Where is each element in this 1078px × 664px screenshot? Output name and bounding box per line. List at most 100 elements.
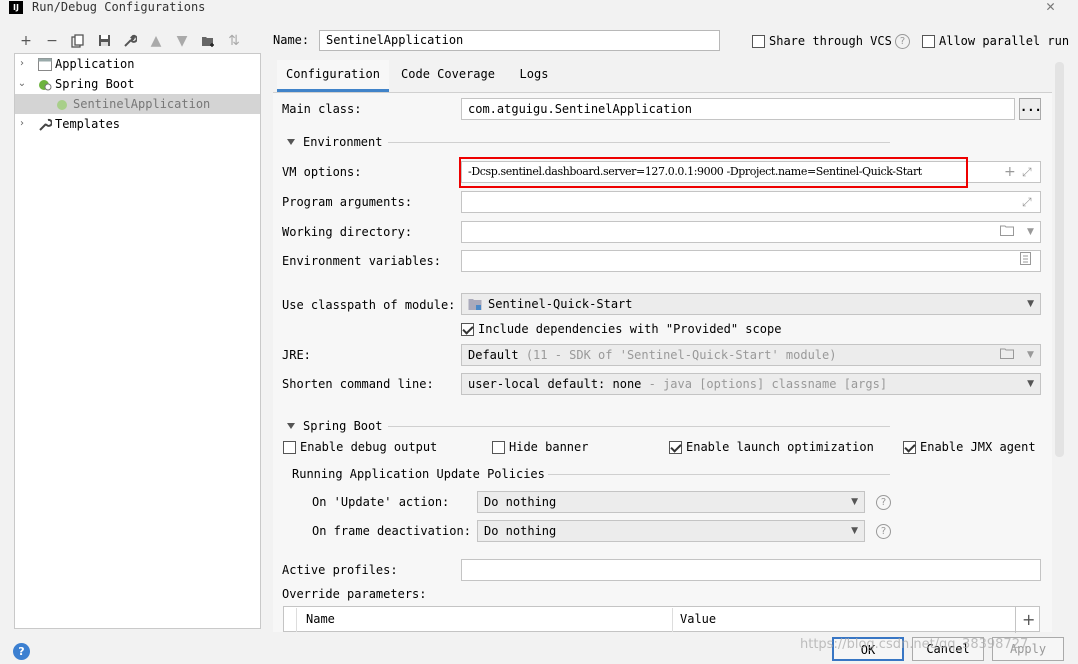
wrench-icon — [38, 117, 53, 131]
tab-code-coverage[interactable]: Code Coverage — [392, 60, 504, 92]
chevron-down-icon: ▼ — [851, 497, 858, 507]
environment-variables-label: Environment variables: — [282, 254, 441, 268]
jre-hint: (11 - SDK of 'Sentinel-Quick-Start' modu… — [525, 348, 837, 362]
include-dependencies-checkbox[interactable] — [461, 323, 474, 336]
section-divider — [388, 426, 890, 427]
tree-item-sentinel-application[interactable]: SentinelApplication — [15, 94, 260, 114]
jre-value: Default — [468, 348, 519, 362]
module-icon — [468, 298, 482, 314]
configuration-tree: › Application ⌄ Spring Boot SentinelAppl… — [14, 53, 261, 629]
enable-launch-optimization-checkbox[interactable] — [669, 441, 682, 454]
name-input[interactable]: SentinelApplication — [319, 30, 720, 51]
plus-icon[interactable]: + — [16, 31, 36, 51]
enable-jmx-agent-checkbox[interactable] — [903, 441, 916, 454]
folder-icon[interactable] — [1000, 222, 1014, 242]
vm-options-label: VM options: — [282, 165, 362, 179]
jre-select[interactable]: Default (11 - SDK of 'Sentinel-Quick-Sta… — [461, 344, 1041, 366]
expand-icon[interactable]: ⤢ — [1022, 162, 1032, 182]
minus-icon[interactable]: − — [42, 31, 62, 51]
enable-launch-optimization-label: Enable launch optimization — [686, 440, 874, 454]
document-icon[interactable] — [1020, 251, 1031, 271]
allow-parallel-label: Allow parallel run — [939, 34, 1070, 48]
on-update-label: On 'Update' action: — [312, 495, 450, 509]
sort-icon[interactable]: ⇅ — [224, 31, 244, 51]
save-icon[interactable] — [94, 31, 114, 51]
chevron-down-icon[interactable]: ⌄ — [16, 74, 28, 94]
tree-item-label: Templates — [55, 117, 121, 131]
tree-item-templates[interactable]: › Templates — [15, 114, 260, 134]
tree-item-application[interactable]: › Application — [15, 54, 260, 74]
spring-boot-section-header[interactable]: Spring Boot — [287, 419, 382, 433]
allow-parallel-checkbox[interactable] — [922, 35, 935, 48]
chevron-right-icon[interactable]: › — [16, 114, 28, 134]
on-frame-value: Do nothing — [484, 524, 557, 538]
chevron-down-icon: ▼ — [851, 526, 858, 536]
copy-icon[interactable] — [68, 31, 88, 51]
include-dependencies-label: Include dependencies with "Provided" sco… — [478, 322, 782, 336]
share-vcs-checkbox[interactable] — [752, 35, 765, 48]
on-frame-deactivation-label: On frame deactivation: — [312, 524, 471, 538]
tab-configuration[interactable]: Configuration — [277, 60, 389, 92]
browse-button[interactable]: ... — [1019, 98, 1042, 120]
on-update-select[interactable]: Do nothing ▼ — [477, 491, 865, 513]
hide-banner-label: Hide banner — [509, 440, 589, 454]
environment-section-header[interactable]: Environment — [287, 135, 382, 149]
intellij-logo-icon: IJ — [9, 1, 23, 14]
vertical-scrollbar[interactable] — [1055, 62, 1064, 457]
chevron-right-icon[interactable]: › — [16, 54, 28, 74]
section-title: Environment — [303, 135, 383, 149]
arrow-up-icon[interactable]: ▲ — [146, 31, 166, 51]
name-label: Name: — [273, 33, 310, 47]
chevron-down-icon[interactable]: ▼ — [1027, 222, 1034, 242]
help-icon[interactable]: ? — [876, 524, 891, 539]
arrow-down-icon[interactable]: ▼ — [172, 31, 192, 51]
update-policies-title: Running Application Update Policies — [292, 467, 545, 481]
expand-icon[interactable]: ⤢ — [1022, 192, 1032, 212]
on-frame-deactivation-select[interactable]: Do nothing ▼ — [477, 520, 865, 542]
classpath-label: Use classpath of module: — [282, 298, 456, 312]
hide-banner-checkbox[interactable] — [492, 441, 505, 454]
main-class-input[interactable]: com.atguigu.SentinelApplication — [461, 98, 1015, 120]
wrench-icon[interactable] — [120, 31, 140, 51]
active-profiles-label: Active profiles: — [282, 563, 398, 577]
help-icon[interactable]: ? — [876, 495, 891, 510]
spring-boot-icon — [38, 77, 52, 91]
shorten-hint: - java [options] classname [args] — [648, 377, 888, 391]
chevron-down-icon[interactable]: ▼ — [1027, 345, 1034, 365]
window-title-bar: IJ Run/Debug Configurations ✕ — [0, 0, 1078, 16]
folder-icon[interactable] — [1000, 345, 1014, 365]
program-arguments-label: Program arguments: — [282, 195, 413, 209]
active-profiles-input[interactable] — [461, 559, 1041, 581]
tree-item-label: SentinelApplication — [73, 97, 211, 111]
column-divider — [672, 608, 673, 632]
shorten-command-line-select[interactable]: user-local default: none - java [options… — [461, 373, 1041, 395]
close-icon[interactable]: ✕ — [1046, 0, 1055, 14]
enable-jmx-agent-label: Enable JMX agent — [920, 440, 1036, 454]
column-header-value[interactable]: Value — [680, 612, 716, 626]
working-directory-input[interactable] — [461, 221, 1041, 243]
column-divider — [296, 608, 297, 632]
highlight-box — [459, 157, 968, 188]
help-icon[interactable]: ? — [13, 643, 30, 660]
help-icon[interactable]: ? — [895, 34, 910, 49]
enable-debug-output-checkbox[interactable] — [283, 441, 296, 454]
plus-icon[interactable]: + — [1022, 610, 1035, 629]
column-divider — [1015, 607, 1016, 633]
plus-icon[interactable]: + — [1004, 162, 1016, 182]
classpath-select[interactable]: Sentinel-Quick-Start ▼ — [461, 293, 1041, 315]
tab-logs[interactable]: Logs — [508, 60, 560, 92]
column-header-name[interactable]: Name — [306, 612, 335, 626]
jre-label: JRE: — [282, 348, 311, 362]
program-arguments-input[interactable] — [461, 191, 1041, 213]
shorten-command-line-label: Shorten command line: — [282, 377, 434, 391]
on-update-value: Do nothing — [484, 495, 557, 509]
tree-item-spring-boot[interactable]: ⌄ Spring Boot — [15, 74, 260, 94]
application-icon — [38, 57, 52, 71]
share-vcs-label: Share through VCS — [769, 34, 892, 48]
folder-add-icon[interactable] — [198, 31, 218, 51]
spring-boot-icon — [56, 97, 70, 110]
classpath-value: Sentinel-Quick-Start — [488, 297, 633, 311]
main-class-label: Main class: — [282, 102, 362, 116]
section-divider — [388, 142, 890, 143]
environment-variables-input[interactable] — [461, 250, 1041, 272]
